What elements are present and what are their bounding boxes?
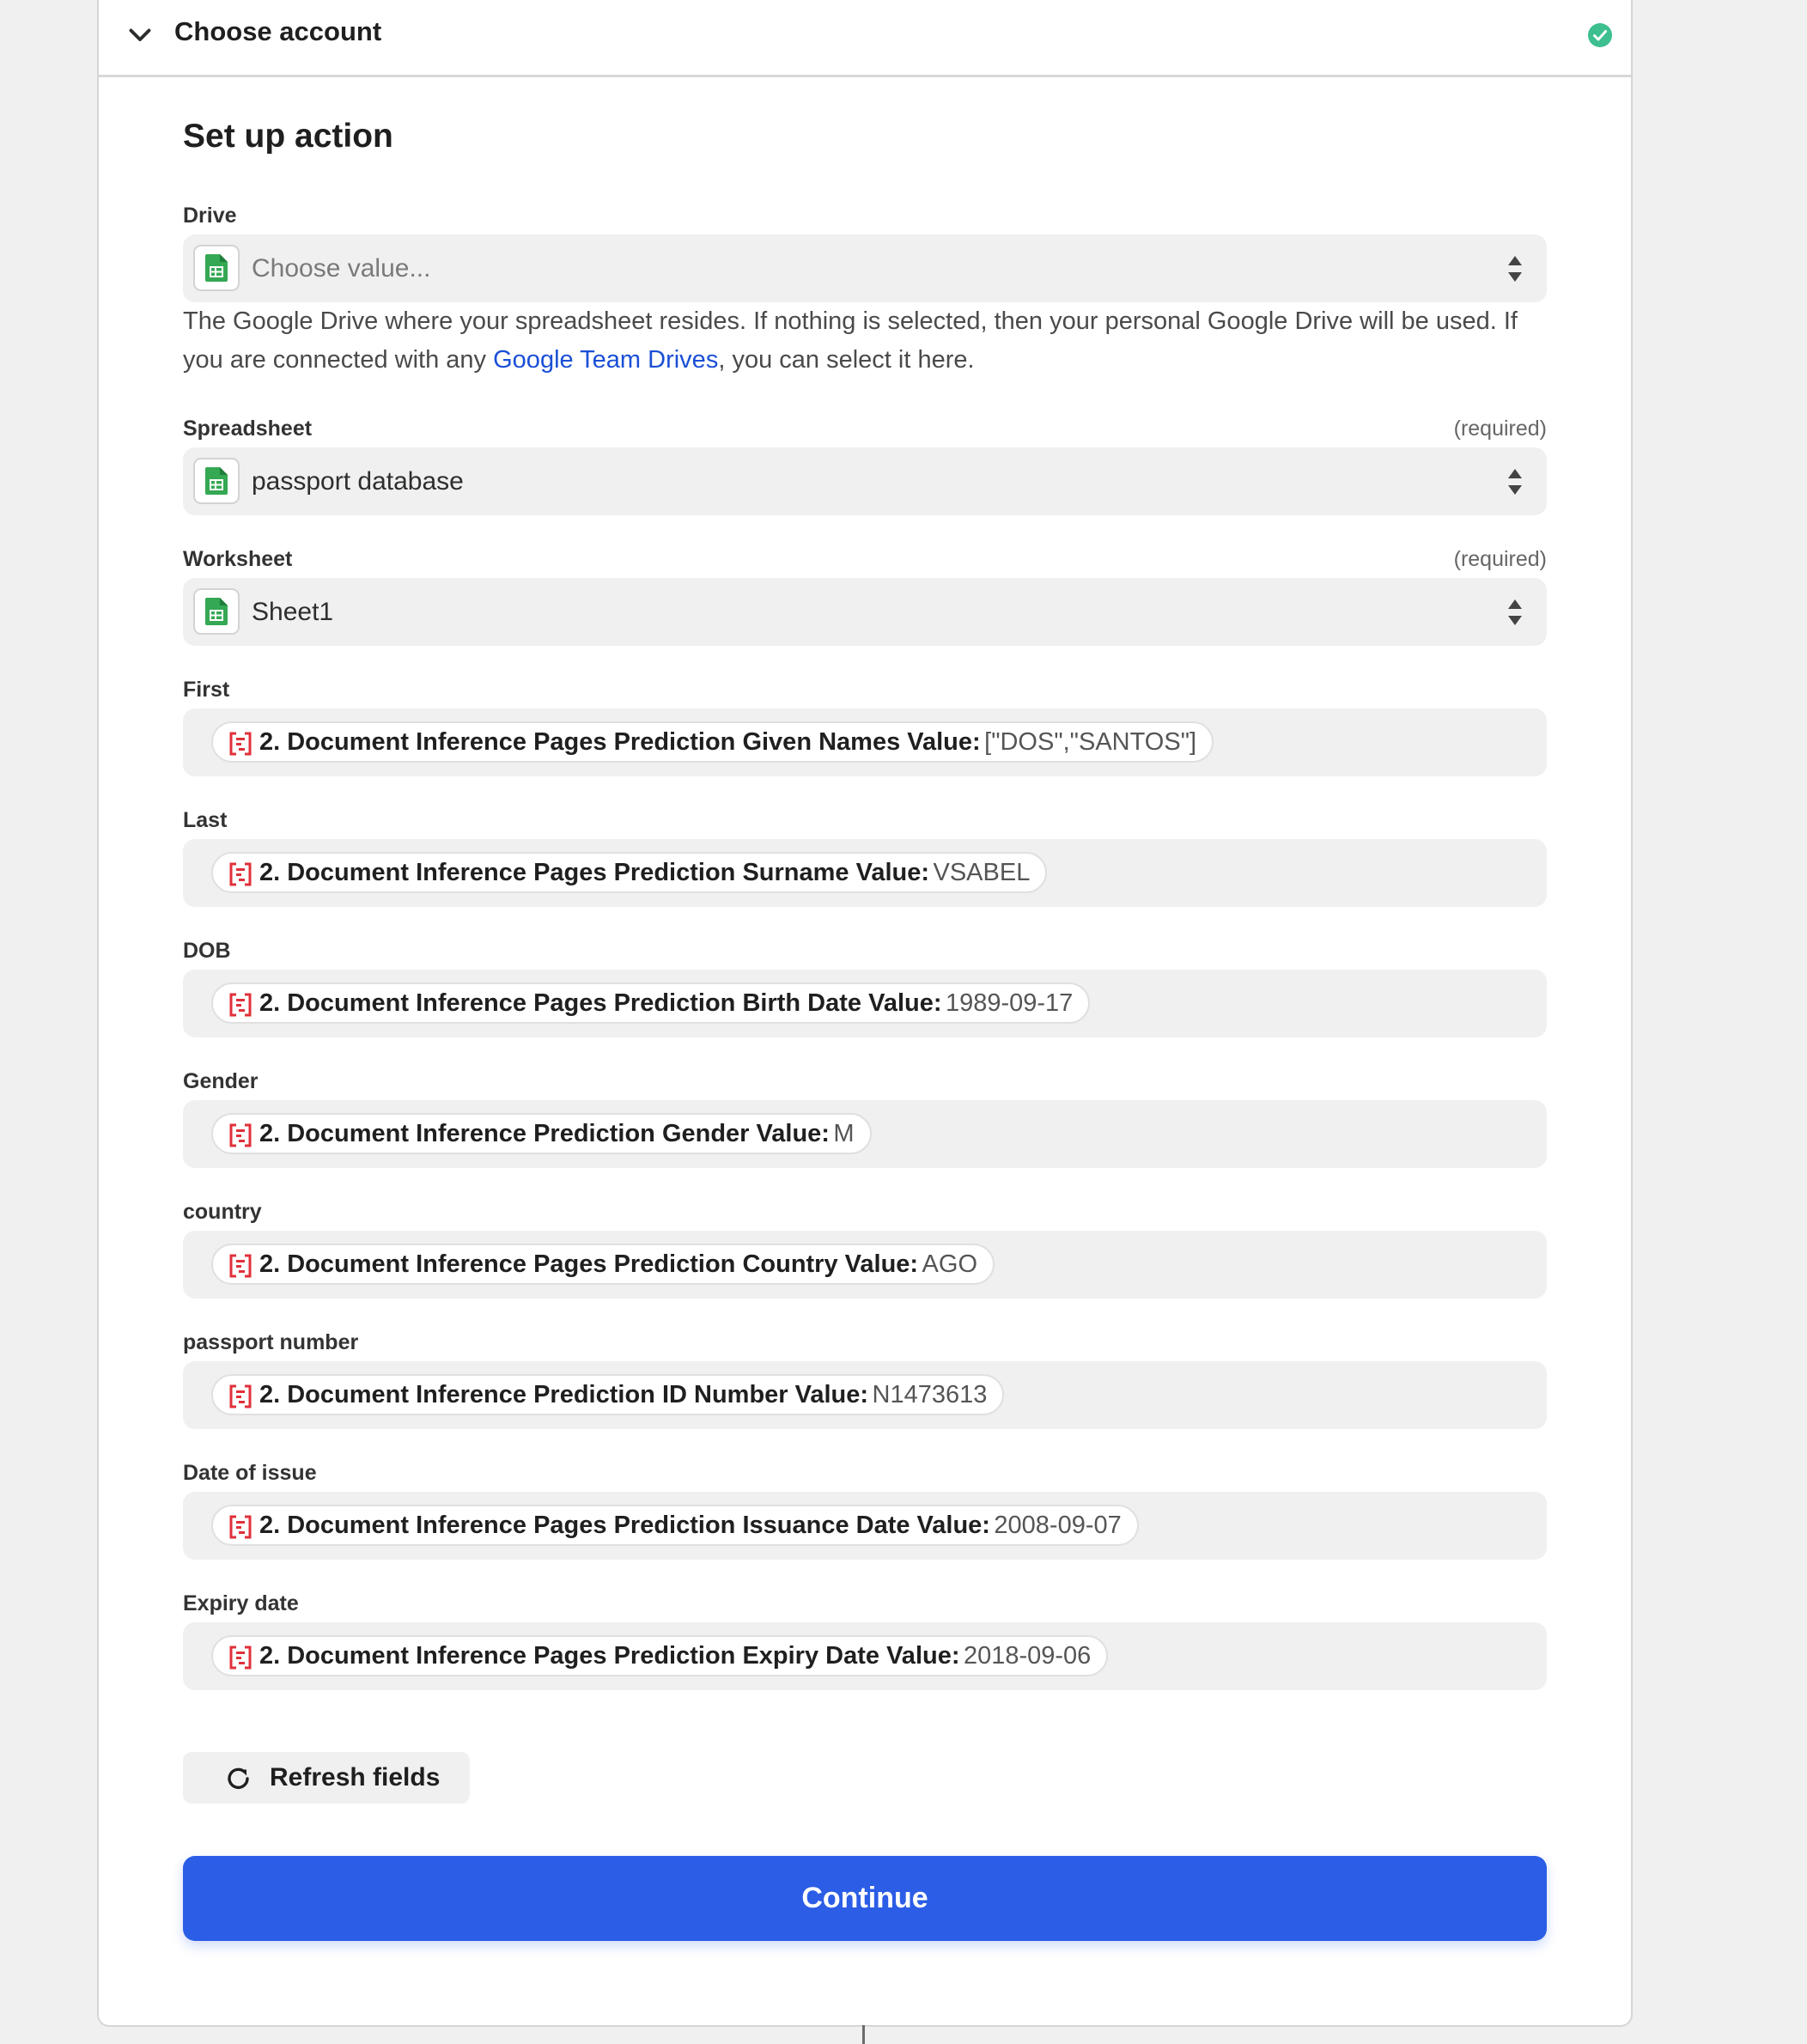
mapped-field-icon	[229, 993, 252, 1017]
pill-value: 2008-09-07	[994, 1512, 1122, 1539]
pill-value: M	[833, 1120, 855, 1147]
spreadsheet-required: (required)	[1453, 417, 1547, 441]
worksheet-required: (required)	[1453, 547, 1547, 571]
drive-label: Drive	[183, 204, 237, 228]
pill-label: 2. Document Inference Pages Prediction G…	[259, 728, 981, 756]
mapped-value-pill[interactable]: 2. Document Inference Prediction Gender …	[211, 1113, 872, 1154]
pill-value: N1473613	[872, 1381, 988, 1408]
field-last-input[interactable]: 2. Document Inference Pages Prediction S…	[183, 839, 1547, 907]
mapped-value-pill[interactable]: 2. Document Inference Pages Prediction E…	[211, 1635, 1109, 1676]
field-label-dob: DOB	[183, 939, 231, 963]
sort-arrows-icon	[1508, 469, 1522, 495]
mapped-value-pill[interactable]: 2. Document Inference Pages Prediction G…	[211, 721, 1214, 763]
field-passport-number-input[interactable]: 2. Document Inference Prediction ID Numb…	[183, 1361, 1547, 1429]
field-label-passport-number: passport number	[183, 1330, 359, 1354]
spreadsheet-value: passport database	[252, 467, 464, 496]
mapped-field-icon	[229, 1254, 252, 1278]
field-label-country: country	[183, 1200, 262, 1224]
google-sheets-icon	[193, 245, 240, 291]
section-title: Set up action	[183, 118, 393, 155]
field-first-input[interactable]: 2. Document Inference Pages Prediction G…	[183, 709, 1547, 776]
drive-placeholder: Choose value...	[252, 254, 431, 283]
field-label-expiry-date: Expiry date	[183, 1591, 299, 1615]
mapped-value-pill[interactable]: 2. Document Inference Prediction ID Numb…	[211, 1374, 1005, 1415]
flow-connector-line	[862, 2025, 865, 2044]
header-title: Choose account	[174, 16, 382, 46]
field-country-input[interactable]: 2. Document Inference Pages Prediction C…	[183, 1231, 1547, 1299]
mapped-value-pill[interactable]: 2. Document Inference Pages Prediction S…	[211, 852, 1048, 893]
pill-label: 2. Document Inference Pages Prediction B…	[259, 989, 942, 1017]
worksheet-select[interactable]: Sheet1	[183, 578, 1547, 646]
field-dob-input[interactable]: 2. Document Inference Pages Prediction B…	[183, 970, 1547, 1037]
mapped-field-icon	[229, 1384, 252, 1408]
field-label-gender: Gender	[183, 1069, 259, 1093]
pill-label: 2. Document Inference Pages Prediction E…	[259, 1642, 960, 1670]
setup-panel: Choose account Set up action Drive Choos…	[97, 0, 1633, 2027]
help-text-end: , you can select it here.	[718, 346, 975, 374]
pill-label: 2. Document Inference Pages Prediction I…	[259, 1512, 990, 1539]
pill-label: 2. Document Inference Prediction Gender …	[259, 1120, 830, 1147]
pill-value: AGO	[922, 1250, 978, 1278]
worksheet-value: Sheet1	[252, 598, 334, 626]
mapped-value-pill[interactable]: 2. Document Inference Pages Prediction B…	[211, 982, 1091, 1024]
field-label-last: Last	[183, 808, 228, 832]
sort-arrows-icon	[1508, 256, 1522, 282]
pill-value: VSABEL	[933, 859, 1031, 886]
mapped-field-icon	[229, 1515, 252, 1539]
spreadsheet-label: Spreadsheet	[183, 417, 313, 441]
success-check-icon	[1588, 23, 1612, 47]
continue-button[interactable]: Continue	[183, 1856, 1547, 1941]
mapped-value-pill[interactable]: 2. Document Inference Pages Prediction I…	[211, 1505, 1139, 1546]
worksheet-label: Worksheet	[183, 547, 293, 571]
chevron-down-icon[interactable]	[125, 19, 155, 50]
pill-label: 2. Document Inference Pages Prediction S…	[259, 859, 930, 886]
spreadsheet-select[interactable]: passport database	[183, 447, 1547, 515]
pill-label: 2. Document Inference Pages Prediction C…	[259, 1250, 919, 1278]
drive-help-text: The Google Drive where your spreadsheet …	[183, 302, 1557, 380]
google-sheets-icon	[193, 588, 240, 635]
pill-label: 2. Document Inference Prediction ID Numb…	[259, 1381, 869, 1408]
refresh-fields-button[interactable]: Refresh fields	[183, 1752, 470, 1804]
mapped-field-icon	[229, 1646, 252, 1670]
pill-value: ["DOS","SANTOS"]	[984, 728, 1197, 756]
field-gender-input[interactable]: 2. Document Inference Prediction Gender …	[183, 1100, 1547, 1168]
pill-value: 2018-09-06	[963, 1642, 1092, 1670]
pill-value: 1989-09-17	[945, 989, 1074, 1017]
refresh-label: Refresh fields	[270, 1763, 441, 1792]
google-team-drives-link[interactable]: Google Team Drives	[493, 346, 718, 374]
field-label-first: First	[183, 678, 230, 702]
mapped-value-pill[interactable]: 2. Document Inference Pages Prediction C…	[211, 1244, 995, 1285]
mapped-field-icon	[229, 862, 252, 886]
google-sheets-icon	[193, 458, 240, 504]
drive-select[interactable]: Choose value...	[183, 234, 1547, 302]
choose-account-header[interactable]: Choose account	[99, 0, 1631, 77]
field-expiry-date-input[interactable]: 2. Document Inference Pages Prediction E…	[183, 1622, 1547, 1690]
sort-arrows-icon	[1508, 599, 1522, 625]
field-date-of-issue-input[interactable]: 2. Document Inference Pages Prediction I…	[183, 1492, 1547, 1560]
mapped-field-icon	[229, 732, 252, 756]
field-label-date-of-issue: Date of issue	[183, 1461, 317, 1485]
mapped-field-icon	[229, 1123, 252, 1147]
refresh-icon	[228, 1767, 249, 1789]
